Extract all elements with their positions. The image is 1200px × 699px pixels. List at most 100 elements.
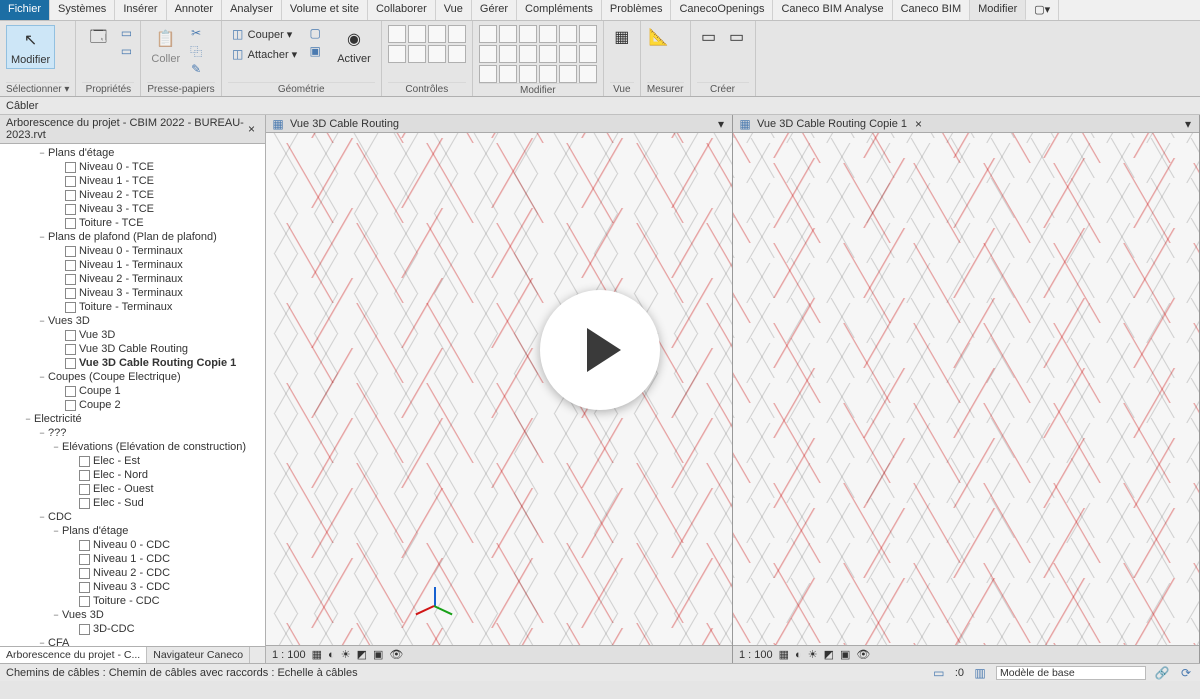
- tree-node[interactable]: Niveau 2 - TCE: [0, 188, 265, 202]
- tab-volume-et-site[interactable]: Volume et site: [282, 0, 368, 20]
- hide-icon[interactable]: 👁: [389, 648, 403, 661]
- minimize-icon[interactable]: ▾: [1181, 117, 1195, 131]
- tree-node[interactable]: −Coupes (Coupe Electrique): [0, 370, 265, 384]
- detail-icon[interactable]: ▦: [312, 648, 322, 661]
- paste-button[interactable]: 📋 Coller: [147, 25, 184, 67]
- tab-vue[interactable]: Vue: [436, 0, 472, 20]
- tree-node[interactable]: −???: [0, 426, 265, 440]
- measure-icon[interactable]: 📐: [647, 25, 671, 49]
- hide-icon[interactable]: 👁: [856, 648, 870, 661]
- tree-node[interactable]: Toiture - Terminaux: [0, 300, 265, 314]
- properties-button[interactable]: 🗔: [82, 25, 114, 53]
- tree-node[interactable]: Vue 3D: [0, 328, 265, 342]
- close-icon[interactable]: ×: [244, 122, 259, 136]
- tree-node[interactable]: 3D-CDC: [0, 622, 265, 636]
- tab-navigator-caneco[interactable]: Navigateur Caneco: [147, 647, 250, 663]
- crop-icon[interactable]: ▣: [840, 648, 850, 661]
- tab-extra[interactable]: ▢▾: [1026, 0, 1059, 20]
- tree-node[interactable]: Niveau 1 - TCE: [0, 174, 265, 188]
- tab-fichier[interactable]: Fichier: [0, 0, 50, 20]
- crop-icon[interactable]: ▣: [373, 648, 383, 661]
- cut-geom-button[interactable]: ◫Couper ▾: [228, 25, 300, 43]
- tree-node[interactable]: Niveau 3 - Terminaux: [0, 286, 265, 300]
- ctrl-2[interactable]: [408, 25, 426, 43]
- ctrl-8[interactable]: [448, 45, 466, 63]
- tree-node[interactable]: Toiture - TCE: [0, 216, 265, 230]
- copy-icon[interactable]: ⿻: [188, 43, 204, 59]
- tree-node[interactable]: −Plans d'étage: [0, 146, 265, 160]
- project-tree[interactable]: −Plans d'étageNiveau 0 - TCENiveau 1 - T…: [0, 144, 265, 646]
- tab-caneco-bim[interactable]: Caneco BIM: [893, 0, 971, 20]
- filter-icon[interactable]: ▥: [972, 665, 988, 681]
- tab-analyser[interactable]: Analyser: [222, 0, 282, 20]
- tab-gérer[interactable]: Gérer: [472, 0, 517, 20]
- tree-node[interactable]: −Plans de plafond (Plan de plafond): [0, 230, 265, 244]
- visual-style-icon[interactable]: ◐: [328, 649, 335, 661]
- sun-icon[interactable]: ☀: [341, 648, 351, 661]
- scale-label[interactable]: 1 : 100: [739, 649, 773, 661]
- canvas-left[interactable]: [266, 133, 732, 645]
- tree-node[interactable]: −Vues 3D: [0, 314, 265, 328]
- tree-node[interactable]: Niveau 0 - Terminaux: [0, 244, 265, 258]
- create-icon-2[interactable]: ▭: [725, 25, 749, 49]
- tab-problèmes[interactable]: Problèmes: [602, 0, 672, 20]
- tree-node[interactable]: Niveau 1 - CDC: [0, 552, 265, 566]
- play-button-overlay[interactable]: [540, 290, 660, 410]
- view-header-right[interactable]: ▦ Vue 3D Cable Routing Copie 1 × ▾: [733, 115, 1199, 133]
- ctrl-6[interactable]: [408, 45, 426, 63]
- tab-compléments[interactable]: Compléments: [517, 0, 602, 20]
- cut-icon[interactable]: ✂: [188, 25, 204, 41]
- tree-node[interactable]: Niveau 1 - Terminaux: [0, 258, 265, 272]
- tree-node[interactable]: Vue 3D Cable Routing Copie 1: [0, 356, 265, 370]
- tree-node[interactable]: Toiture - CDC: [0, 594, 265, 608]
- view-icon[interactable]: ▦: [610, 25, 634, 49]
- canvas-right[interactable]: [733, 133, 1199, 645]
- type-prop2-icon[interactable]: ▭: [118, 43, 134, 59]
- select-icon[interactable]: ▭: [931, 665, 947, 681]
- ctrl-4[interactable]: [448, 25, 466, 43]
- activate-button[interactable]: ◉ Activer: [333, 25, 375, 67]
- create-icon-1[interactable]: ▭: [697, 25, 721, 49]
- tab-systèmes[interactable]: Systèmes: [50, 0, 115, 20]
- modify-button[interactable]: ↖ Modifier: [6, 25, 55, 69]
- cope-icon[interactable]: ▢: [307, 25, 323, 41]
- minimize-icon[interactable]: ▾: [714, 117, 728, 131]
- ctrl-5[interactable]: [388, 45, 406, 63]
- tab-modifier[interactable]: Modifier: [970, 0, 1026, 20]
- tree-node[interactable]: −Electricité: [0, 412, 265, 426]
- tree-node[interactable]: Elec - Nord: [0, 468, 265, 482]
- ctrl-1[interactable]: [388, 25, 406, 43]
- tab-caneco-bim-analyse[interactable]: Caneco BIM Analyse: [773, 0, 892, 20]
- visual-style-icon[interactable]: ◐: [795, 649, 802, 661]
- tree-node[interactable]: Elec - Est: [0, 454, 265, 468]
- tab-insérer[interactable]: Insérer: [115, 0, 166, 20]
- sun-icon[interactable]: ☀: [808, 648, 818, 661]
- match-icon[interactable]: ✎: [188, 61, 204, 77]
- scale-label[interactable]: 1 : 100: [272, 649, 306, 661]
- tree-node[interactable]: −Elévations (Elévation de construction): [0, 440, 265, 454]
- tree-node[interactable]: Niveau 0 - CDC: [0, 538, 265, 552]
- tree-node[interactable]: Coupe 1: [0, 384, 265, 398]
- detail-icon[interactable]: ▦: [779, 648, 789, 661]
- ctrl-3[interactable]: [428, 25, 446, 43]
- tree-node[interactable]: −Plans d'étage: [0, 524, 265, 538]
- split-face-icon[interactable]: ▣: [307, 43, 323, 59]
- tree-node[interactable]: Vue 3D Cable Routing: [0, 342, 265, 356]
- ctrl-7[interactable]: [428, 45, 446, 63]
- sync-icon[interactable]: ⟳: [1178, 665, 1194, 681]
- tab-annoter[interactable]: Annoter: [167, 0, 223, 20]
- workset-input[interactable]: [996, 666, 1146, 680]
- project-browser-title[interactable]: Arborescence du projet - CBIM 2022 - BUR…: [0, 115, 265, 144]
- tree-node[interactable]: −CFA: [0, 636, 265, 646]
- tree-node[interactable]: Niveau 2 - CDC: [0, 566, 265, 580]
- tree-node[interactable]: Elec - Ouest: [0, 482, 265, 496]
- tree-node[interactable]: −CDC: [0, 510, 265, 524]
- shadow-icon[interactable]: ◩: [357, 648, 367, 661]
- tab-project-browser[interactable]: Arborescence du projet - C...: [0, 647, 147, 663]
- tree-node[interactable]: Niveau 3 - CDC: [0, 580, 265, 594]
- link-icon[interactable]: 🔗: [1154, 665, 1170, 681]
- close-view-icon[interactable]: ×: [911, 117, 926, 131]
- tree-node[interactable]: Niveau 2 - Terminaux: [0, 272, 265, 286]
- tree-node[interactable]: Niveau 0 - TCE: [0, 160, 265, 174]
- tree-node[interactable]: Coupe 2: [0, 398, 265, 412]
